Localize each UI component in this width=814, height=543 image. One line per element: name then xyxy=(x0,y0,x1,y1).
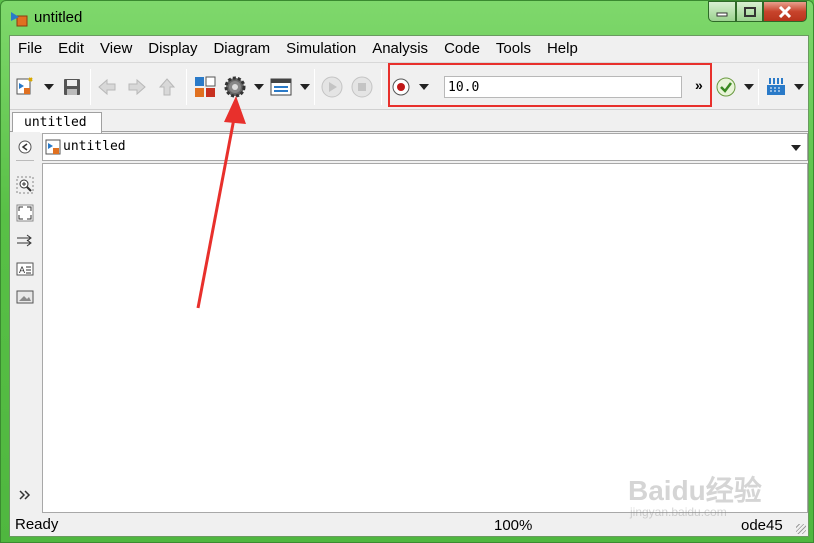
tab-untitled[interactable]: untitled xyxy=(12,112,102,133)
svg-text:A: A xyxy=(19,265,25,275)
model-explorer-icon xyxy=(270,78,292,96)
model-config-dropdown[interactable] xyxy=(254,84,264,90)
check-icon xyxy=(716,77,736,97)
new-model-dropdown[interactable] xyxy=(44,84,54,90)
new-model-button[interactable] xyxy=(14,75,36,99)
simulink-model-icon xyxy=(11,12,28,27)
model-icon xyxy=(45,139,61,155)
model-config-icon xyxy=(224,76,246,98)
menu-diagram[interactable]: Diagram xyxy=(205,36,278,60)
check-dropdown[interactable] xyxy=(744,84,754,90)
close-icon xyxy=(778,5,792,18)
library-browser-icon xyxy=(195,76,216,97)
save-icon xyxy=(64,79,80,95)
menu-tools[interactable]: Tools xyxy=(488,36,539,60)
maximize-button[interactable] xyxy=(736,1,763,22)
annotation-highlight-box xyxy=(388,63,712,107)
minimize-button[interactable] xyxy=(708,1,736,22)
address-path: untitled xyxy=(63,139,126,154)
back-button[interactable] xyxy=(96,75,118,99)
run-icon xyxy=(321,76,343,98)
window-title: untitled xyxy=(34,9,83,26)
menu-display[interactable]: Display xyxy=(140,36,205,60)
menu-code[interactable]: Code xyxy=(436,36,488,60)
model-explorer-button[interactable] xyxy=(268,75,294,99)
title-bar: untitled xyxy=(1,1,813,35)
menu-edit[interactable]: Edit xyxy=(50,36,92,60)
status-zoom: 100% xyxy=(494,517,533,534)
menu-help[interactable]: Help xyxy=(539,36,586,60)
build-icon xyxy=(767,78,785,95)
library-browser-button[interactable] xyxy=(193,75,217,99)
zoom-in-button[interactable] xyxy=(16,176,34,194)
save-button[interactable] xyxy=(60,75,84,99)
new-model-icon xyxy=(16,77,33,95)
close-button[interactable] xyxy=(763,1,807,22)
stop-button[interactable] xyxy=(350,75,374,99)
tab-strip: untitled xyxy=(10,112,808,133)
maximize-icon xyxy=(743,6,756,17)
side-palette: A xyxy=(10,132,40,512)
address-dropdown[interactable] xyxy=(791,145,801,151)
model-explorer-dropdown[interactable] xyxy=(300,84,310,90)
back-icon xyxy=(98,78,116,96)
fit-view-button[interactable] xyxy=(16,204,34,222)
annotation-button[interactable]: A xyxy=(16,260,34,278)
watermark-sub: jingyan.baidu.com xyxy=(630,505,727,519)
menu-simulation[interactable]: Simulation xyxy=(278,36,364,60)
build-dropdown[interactable] xyxy=(794,84,804,90)
run-button[interactable] xyxy=(320,75,344,99)
image-icon xyxy=(16,290,34,304)
stop-icon xyxy=(351,76,373,98)
zoom-in-icon xyxy=(16,176,34,194)
menu-file[interactable]: File xyxy=(10,36,50,60)
fit-view-icon xyxy=(16,204,34,222)
menu-analysis[interactable]: Analysis xyxy=(364,36,436,60)
build-button[interactable] xyxy=(764,75,788,99)
forward-icon xyxy=(128,78,146,96)
up-button[interactable] xyxy=(156,75,178,99)
check-button[interactable] xyxy=(714,75,738,99)
menu-bar: File Edit View Display Diagram Simulatio… xyxy=(10,36,808,60)
annotation-icon: A xyxy=(16,262,34,276)
status-ready: Ready xyxy=(15,516,59,533)
address-bar[interactable]: untitled xyxy=(42,133,808,161)
arrow-icon xyxy=(17,234,32,247)
up-icon xyxy=(158,78,176,96)
resize-grip[interactable] xyxy=(796,524,806,534)
minimize-icon xyxy=(716,12,728,16)
forward-button[interactable] xyxy=(126,75,148,99)
model-config-button[interactable] xyxy=(223,75,247,99)
palette-back-button[interactable] xyxy=(16,138,34,156)
menu-view[interactable]: View xyxy=(92,36,140,60)
expand-palette-button[interactable] xyxy=(16,486,34,504)
image-button[interactable] xyxy=(16,288,34,306)
back-icon xyxy=(18,140,32,154)
arrow-button[interactable] xyxy=(16,232,34,250)
watermark-main: Baidu经验 xyxy=(628,475,762,506)
expand-icon xyxy=(19,490,31,500)
baidu-watermark: Baidu经验 jingyan.baidu.com xyxy=(620,455,790,525)
